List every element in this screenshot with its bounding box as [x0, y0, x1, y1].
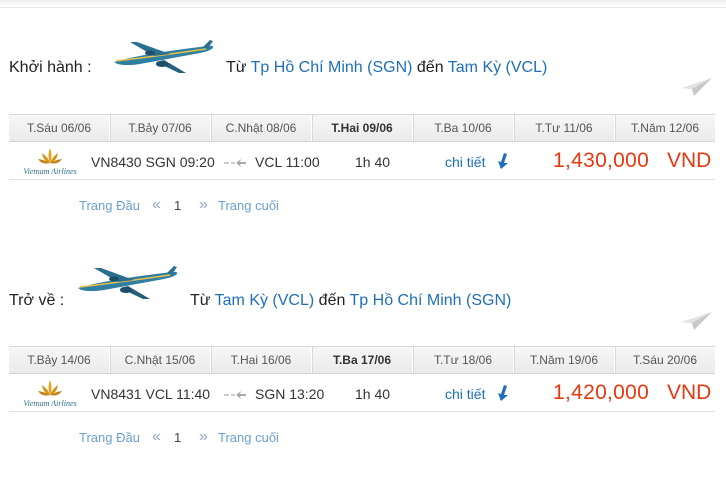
top-bar: [0, 0, 726, 8]
date-tab[interactable]: T.Bảy 14/06: [9, 347, 110, 373]
flight-arrow-icon: [224, 159, 246, 167]
outbound-date-bar: T.Sáu 06/06 T.Bảy 07/06 C.Nhật 08/06 T.H…: [9, 114, 715, 142]
airline-logo: Vietnam Airlines: [15, 380, 85, 408]
pager-prev[interactable]: «: [152, 196, 161, 214]
detail-link[interactable]: chi tiết: [445, 154, 485, 170]
arrival-info: VCL 11:00: [255, 154, 320, 170]
airline-logo: Vietnam Airlines: [15, 148, 85, 176]
arrow-down-icon[interactable]: [495, 153, 509, 169]
route-from-word: Từ: [226, 59, 247, 76]
arrival-info: SGN 13:20: [255, 386, 325, 402]
paper-plane-icon: [682, 78, 712, 96]
outbound-heading: Khởi hành : Từ Tp Hồ Chí Minh (SGN) đến …: [0, 40, 726, 100]
vietnam-airlines-lotus-icon: [38, 148, 62, 164]
outbound-route: Từ Tp Hồ Chí Minh (SGN) đến Tam Kỳ (VCL): [226, 59, 547, 77]
outbound-lead: Khởi hành :: [9, 59, 92, 76]
pager-last[interactable]: Trang cuối: [218, 430, 279, 445]
date-tab[interactable]: T.Năm 19/06: [514, 347, 615, 373]
pager-next[interactable]: »: [199, 196, 208, 214]
return-date-bar: T.Bảy 14/06 C.Nhật 15/06 T.Hai 16/06 T.B…: [9, 346, 715, 374]
currency: VND: [667, 149, 712, 172]
detail-link[interactable]: chi tiết: [445, 386, 485, 402]
date-tab[interactable]: C.Nhật 15/06: [110, 347, 211, 373]
airline-name: Vietnam Airlines: [23, 399, 77, 408]
airplane-icon: [114, 40, 214, 73]
arrow-down-icon[interactable]: [495, 385, 509, 401]
duration: 1h 40: [355, 154, 391, 170]
flight-row: Vietnam Airlines VN8431 VCL 11:40 SGN 13…: [9, 376, 715, 412]
airplane-icon: [78, 266, 178, 299]
pager-first[interactable]: Trang Đầu: [79, 430, 140, 445]
date-tab[interactable]: T.Ba 10/06: [413, 115, 514, 141]
flight-row: Vietnam Airlines VN8430 SGN 09:20 VCL 11…: [9, 144, 715, 180]
price[interactable]: 1,430,000: [553, 149, 649, 173]
date-tab[interactable]: T.Sáu 20/06: [615, 347, 715, 373]
date-tab[interactable]: T.Hai 16/06: [211, 347, 312, 373]
date-tab[interactable]: C.Nhật 08/06: [211, 115, 312, 141]
return-lead: Trở về :: [9, 292, 65, 309]
price[interactable]: 1,420,000: [553, 381, 649, 405]
pager-page[interactable]: 1: [174, 198, 181, 213]
route-from-word: Từ: [190, 292, 211, 309]
flight-arrow-icon: [224, 391, 246, 399]
return-heading: Trở về : Từ Tam Kỳ (VCL) đến Tp Hồ Chí M…: [0, 266, 726, 332]
pager-page[interactable]: 1: [174, 430, 181, 445]
pager-next[interactable]: »: [199, 428, 208, 446]
date-tab[interactable]: T.Tư 11/06: [514, 115, 615, 141]
departure-info: VN8430 SGN 09:20: [91, 154, 215, 170]
date-tab[interactable]: T.Tư 18/06: [413, 347, 514, 373]
route-to-word: đến: [416, 59, 444, 76]
route-from-city[interactable]: Tp Hồ Chí Minh (SGN): [251, 59, 413, 76]
route-to-city[interactable]: Tp Hồ Chí Minh (SGN): [350, 292, 512, 309]
date-tab[interactable]: T.Bảy 07/06: [110, 115, 211, 141]
date-tab-active[interactable]: T.Hai 09/06: [312, 115, 413, 141]
pager-prev[interactable]: «: [152, 428, 161, 446]
pager-first[interactable]: Trang Đầu: [79, 198, 140, 213]
currency: VND: [667, 381, 712, 404]
route-to-word: đến: [318, 292, 346, 309]
outbound-pager: Trang Đầu « 1 » Trang cuối: [0, 196, 726, 216]
date-tab-active[interactable]: T.Ba 17/06: [312, 347, 413, 373]
airline-name: Vietnam Airlines: [23, 167, 77, 176]
route-from-city[interactable]: Tam Kỳ (VCL): [215, 292, 315, 309]
pager-last[interactable]: Trang cuối: [218, 198, 279, 213]
route-to-city[interactable]: Tam Kỳ (VCL): [448, 59, 548, 76]
date-tab[interactable]: T.Năm 12/06: [615, 115, 715, 141]
departure-info: VN8431 VCL 11:40: [91, 386, 211, 402]
date-tab[interactable]: T.Sáu 06/06: [9, 115, 110, 141]
return-pager: Trang Đầu « 1 » Trang cuối: [0, 428, 726, 448]
vietnam-airlines-lotus-icon: [38, 380, 62, 396]
return-route: Từ Tam Kỳ (VCL) đến Tp Hồ Chí Minh (SGN): [190, 292, 511, 310]
paper-plane-icon: [682, 312, 712, 330]
duration: 1h 40: [355, 386, 391, 402]
